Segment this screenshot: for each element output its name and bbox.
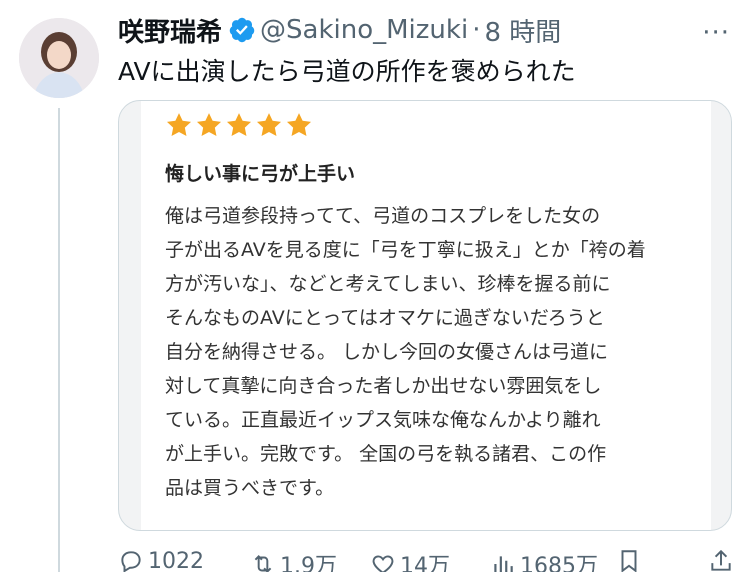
separator-dot: · bbox=[472, 15, 481, 45]
review-line: 自分を納得させる。 しかし今回の女優さんは弓道に bbox=[165, 341, 609, 363]
thread-line bbox=[58, 108, 60, 572]
star-icon bbox=[256, 113, 282, 136]
reply-icon bbox=[121, 551, 141, 572]
star-icon bbox=[196, 113, 222, 136]
review-line: そんなものAVにとってはオマケに過ぎないだろうと bbox=[165, 307, 605, 329]
review-body: 俺は弓道参段持ってて、弓道のコスプレをした女の 子が出るAVを見る度に「弓を丁寧… bbox=[165, 199, 705, 505]
star-icon bbox=[226, 113, 252, 136]
like-button[interactable]: 14万 bbox=[370, 548, 450, 572]
action-bar: 1022 1.9万 14万 1685万 bbox=[118, 548, 738, 572]
tweet-header: 咲野瑞希 @Sakino_Mizuki · 8 時間 bbox=[118, 12, 561, 48]
author-handle[interactable]: @Sakino_Mizuki bbox=[260, 15, 468, 45]
share-icon bbox=[711, 549, 731, 571]
bookmark-button[interactable] bbox=[616, 548, 646, 572]
like-count: 14万 bbox=[400, 554, 450, 572]
rating-stars bbox=[165, 111, 313, 139]
review-line: 俺は弓道参段持ってて、弓道のコスプレをした女の bbox=[165, 205, 601, 227]
review-line: が上手い。完敗です。 全国の弓を執る諸君、この作 bbox=[165, 443, 607, 465]
tweet-text: AVに出演したら弓道の所作を褒められた bbox=[118, 57, 576, 86]
review-card: 悔しい事に弓が上手い 俺は弓道参段持ってて、弓道のコスプレをした女の 子が出るA… bbox=[141, 101, 711, 530]
review-line: 対して真摯に向き合った者しか出せない雰囲気をし bbox=[165, 375, 602, 397]
retweet-icon bbox=[254, 555, 272, 572]
more-options-icon[interactable]: ··· bbox=[702, 18, 730, 48]
review-line: ている。正直最近イップス気味な俺なんかより離れ bbox=[165, 409, 601, 431]
avatar[interactable] bbox=[19, 18, 99, 98]
views-icon bbox=[494, 556, 513, 572]
author-name[interactable]: 咲野瑞希 bbox=[118, 12, 222, 49]
reply-button[interactable]: 1022 bbox=[118, 548, 204, 572]
views-count: 1685万 bbox=[520, 554, 598, 572]
retweet-button[interactable]: 1.9万 bbox=[250, 548, 337, 572]
star-icon bbox=[286, 113, 312, 136]
like-icon bbox=[372, 555, 394, 572]
share-button[interactable] bbox=[708, 548, 738, 572]
reply-count: 1022 bbox=[148, 548, 204, 572]
review-line: 品は買うべきです。 bbox=[165, 477, 335, 499]
views-button[interactable]: 1685万 bbox=[490, 548, 598, 572]
verified-badge-icon bbox=[229, 17, 255, 43]
star-icon bbox=[166, 113, 192, 136]
tweet-media[interactable]: 悔しい事に弓が上手い 俺は弓道参段持ってて、弓道のコスプレをした女の 子が出るA… bbox=[118, 100, 732, 531]
bookmark-icon bbox=[621, 550, 637, 572]
retweet-count: 1.9万 bbox=[280, 554, 337, 572]
review-line: 子が出るAVを見る度に「弓を丁寧に扱え」とか「袴の着 bbox=[165, 239, 646, 261]
review-line: 方が汚いな」、などと考えてしまい、珍棒を握る前に bbox=[165, 273, 611, 295]
review-title: 悔しい事に弓が上手い bbox=[165, 163, 356, 185]
timestamp[interactable]: 8 時間 bbox=[484, 12, 561, 49]
